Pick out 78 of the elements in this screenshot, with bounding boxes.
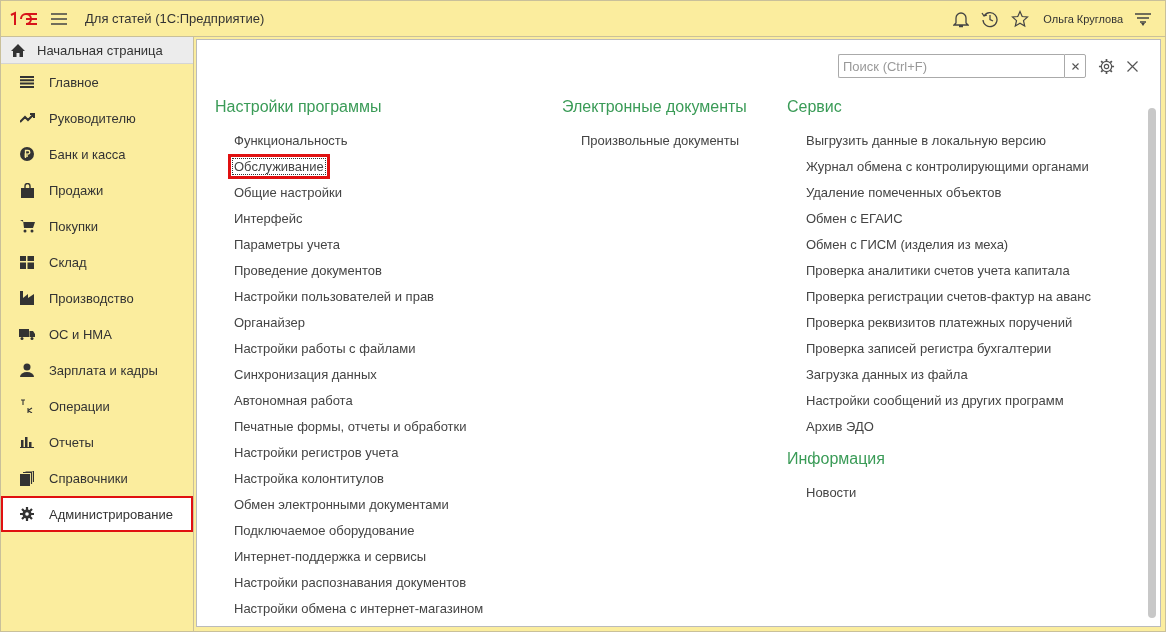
search-field[interactable]: Поиск (Ctrl+F) <box>838 54 1064 78</box>
menu-link[interactable]: Настройки сообщений из других программ <box>804 391 1066 409</box>
section-heading: Электронные документы <box>562 98 748 117</box>
logo-icon <box>9 10 39 27</box>
sidebar-item[interactable]: Отчеты <box>1 424 193 460</box>
menu-icon[interactable] <box>51 12 67 25</box>
window-title: Для статей (1С:Предприятие) <box>85 11 265 26</box>
grid-icon <box>20 255 34 269</box>
menu-link[interactable]: Загрузка данных из файла <box>804 365 970 383</box>
bar-chart-icon <box>20 436 34 448</box>
settings-menu-icon[interactable] <box>1135 11 1151 26</box>
sidebar-item[interactable]: Покупки <box>1 208 193 244</box>
menu-link[interactable]: Обмен электронными документами <box>232 495 451 513</box>
gear-icon <box>20 507 34 521</box>
menu-link[interactable]: Настройки обмена с интернет-магазином <box>232 599 486 617</box>
menu-link[interactable]: Проверка аналитики счетов учета капитала <box>804 261 1072 279</box>
close-icon[interactable] <box>1127 60 1138 72</box>
menu-link[interactable]: Обмен с ЕГАИС <box>804 209 905 227</box>
menu-link[interactable]: Настройки пользователей и прав <box>232 287 437 305</box>
clear-icon <box>1071 62 1079 70</box>
user-name[interactable]: Ольга Круглова <box>1043 12 1123 25</box>
sidebar-item[interactable]: Руководителю <box>1 100 193 136</box>
menu-link[interactable]: Архив ЭДО <box>804 417 876 435</box>
menu-link[interactable]: Настройки распознавания документов <box>232 573 469 591</box>
menu-link[interactable]: Проведение документов <box>232 261 384 279</box>
shopping-bag-icon <box>20 182 34 198</box>
menu-link[interactable]: Функциональность <box>232 131 350 149</box>
menu-link[interactable]: Синхронизация данных <box>232 365 379 383</box>
scrollbar[interactable] <box>1148 108 1156 618</box>
menu-link[interactable]: Проверка записей регистра бухгалтерии <box>804 339 1054 357</box>
menu-link[interactable]: Общие настройки <box>232 183 344 201</box>
menu-link[interactable]: Печатные формы, отчеты и обработки <box>232 417 469 435</box>
menu-link[interactable]: Настройка колонтитулов <box>232 469 386 487</box>
menu-link[interactable]: Настройки работы с файлами <box>232 339 418 357</box>
sidebar-item[interactable]: Производство <box>1 280 193 316</box>
cart-icon <box>19 219 35 233</box>
sidebar-item[interactable]: Главное <box>1 64 193 100</box>
menu-link[interactable]: Параметры учета <box>232 235 343 253</box>
menu-link[interactable]: Интерфейс <box>232 209 305 227</box>
menu-link[interactable]: Новости <box>804 483 859 501</box>
sidebar-item[interactable]: Банк и касса <box>1 136 193 172</box>
menu-link[interactable]: Органайзер <box>232 313 307 331</box>
sidebar-item[interactable]: Администрирование <box>1 496 193 532</box>
list-icon <box>20 76 34 88</box>
truck-icon <box>19 328 35 340</box>
bell-icon[interactable] <box>953 9 970 28</box>
menu-link[interactable]: Подключаемое оборудование <box>232 521 417 539</box>
history-icon[interactable] <box>981 9 1000 28</box>
factory-icon <box>20 291 34 305</box>
sidebar-item[interactable]: Справочники <box>1 460 193 496</box>
clear-button[interactable] <box>1064 54 1086 78</box>
person-icon <box>20 363 34 377</box>
menu-link[interactable]: Обмен с ГИСМ (изделия из меха) <box>804 235 1011 253</box>
sidebar-item[interactable]: Операции <box>1 388 193 424</box>
section-heading: Настройки программы <box>215 98 383 117</box>
ruble-coin-icon <box>20 147 34 161</box>
sidebar-item[interactable]: Продажи <box>1 172 193 208</box>
home-icon <box>11 43 25 57</box>
menu-link[interactable]: Интернет-поддержка и сервисы <box>232 547 429 565</box>
sidebar-item[interactable]: Склад <box>1 244 193 280</box>
menu-link[interactable]: Журнал обмена с контролирующими органами <box>804 157 1091 175</box>
home-tab[interactable]: Начальная страница <box>1 37 193 64</box>
menu-link[interactable]: Выгрузить данные в локальную версию <box>804 131 1049 149</box>
settings-icon[interactable] <box>1098 57 1115 75</box>
section-heading: Сервис <box>787 98 843 117</box>
menu-link[interactable]: Удаление помеченных объектов <box>804 183 1004 201</box>
menu-link[interactable]: Произвольные документы <box>579 131 742 149</box>
debit-credit-icon <box>20 399 34 413</box>
menu-link[interactable]: Настройки регистров учета <box>232 443 401 461</box>
sidebar-item[interactable]: Зарплата и кадры <box>1 352 193 388</box>
sidebar-item[interactable]: ОС и НМА <box>1 316 193 352</box>
books-icon <box>20 470 34 486</box>
menu-link[interactable]: Проверка реквизитов платежных поручений <box>804 313 1075 331</box>
menu-link[interactable]: Автономная работа <box>232 391 355 409</box>
trend-icon <box>19 113 35 123</box>
star-icon[interactable] <box>1011 9 1030 28</box>
menu-link[interactable]: Проверка регистрации счетов-фактур на аванс <box>804 287 1093 305</box>
section-heading: Информация <box>787 450 886 469</box>
